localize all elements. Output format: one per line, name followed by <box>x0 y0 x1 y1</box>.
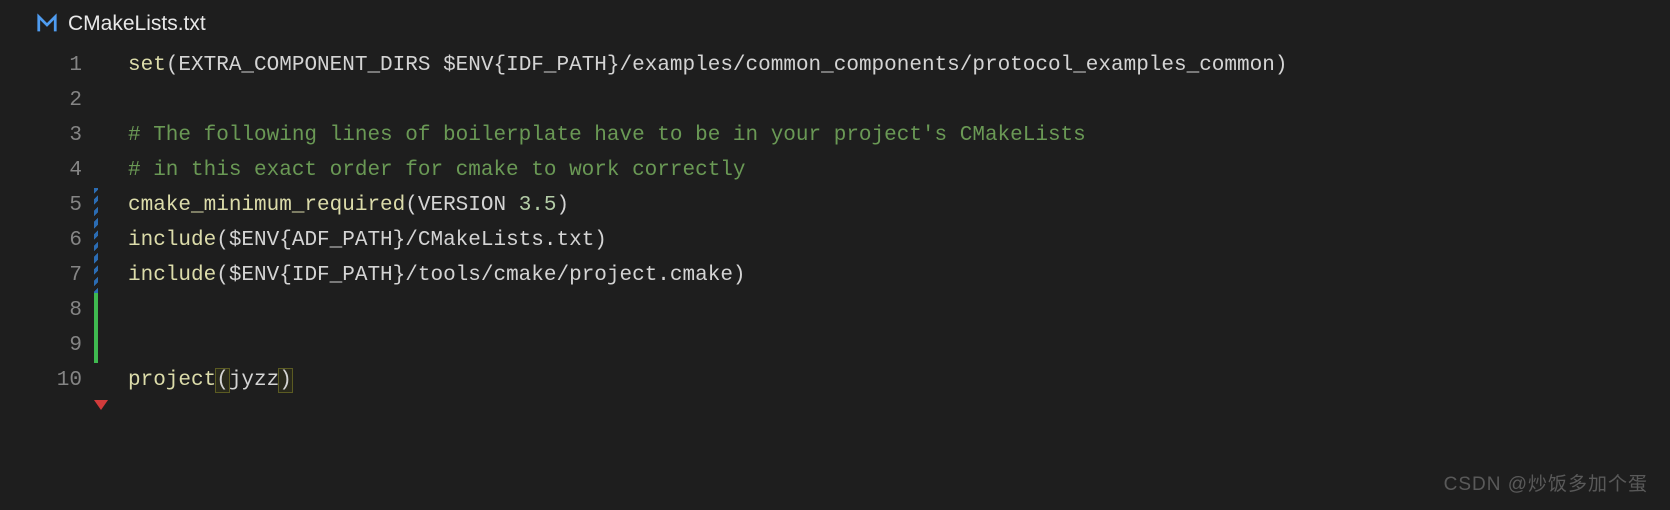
line-number: 6 <box>0 223 92 258</box>
tab-bar: CMakeLists.txt <box>0 0 1670 48</box>
code-line[interactable]: include($ENV{IDF_PATH}/tools/cmake/proje… <box>128 258 1670 293</box>
token: EXTRA_COMPONENT_DIRS <box>178 54 443 77</box>
code-line[interactable]: # The following lines of boilerplate hav… <box>128 118 1670 153</box>
line-number: 4 <box>0 153 92 188</box>
cmake-file-icon <box>36 13 58 35</box>
token: ( <box>216 229 229 252</box>
token: include <box>128 264 216 287</box>
token: # The following lines of boilerplate hav… <box>128 124 1086 147</box>
token: include <box>128 229 216 252</box>
token: ( <box>216 264 229 287</box>
token: jyzz <box>229 369 279 392</box>
token: /CMakeLists.txt <box>405 229 594 252</box>
token: set <box>128 54 166 77</box>
line-number: 8 <box>0 293 92 328</box>
token: ) <box>733 264 746 287</box>
code-line[interactable] <box>128 328 1670 363</box>
editor-area[interactable]: 12345678910 set(EXTRA_COMPONENT_DIRS $EN… <box>0 48 1670 510</box>
token: project <box>128 369 216 392</box>
code-line[interactable] <box>128 293 1670 328</box>
line-number: 1 <box>0 48 92 83</box>
token: /tools/cmake/project.cmake <box>405 264 733 287</box>
tab-filename[interactable]: CMakeLists.txt <box>68 12 206 36</box>
line-number: 3 <box>0 118 92 153</box>
glyph-margin <box>92 48 108 510</box>
code-line[interactable]: cmake_minimum_required(VERSION 3.5) <box>128 188 1670 223</box>
code-line[interactable]: # in this exact order for cmake to work … <box>128 153 1670 188</box>
editor-window: CMakeLists.txt 12345678910 set(EXTRA_COM… <box>0 0 1670 510</box>
code-line[interactable]: project(jyzz) <box>128 363 1670 398</box>
token: # in this exact order for cmake to work … <box>128 159 746 182</box>
line-number-gutter: 12345678910 <box>0 48 92 510</box>
token: ( <box>405 194 418 217</box>
error-icon <box>94 400 108 410</box>
token: ( <box>215 368 230 393</box>
code-line[interactable]: include($ENV{ADF_PATH}/CMakeLists.txt) <box>128 223 1670 258</box>
line-number: 2 <box>0 83 92 118</box>
token: cmake_minimum_required <box>128 194 405 217</box>
token: ) <box>1275 54 1288 77</box>
token: ) <box>594 229 607 252</box>
code-line[interactable]: set(EXTRA_COMPONENT_DIRS $ENV{IDF_PATH}/… <box>128 48 1670 83</box>
token: $ENV{IDF_PATH} <box>229 264 405 287</box>
token: $ENV{ADF_PATH} <box>229 229 405 252</box>
line-number: 10 <box>0 363 92 398</box>
token: $ENV{IDF_PATH} <box>443 54 619 77</box>
token: ) <box>278 368 293 393</box>
code-line[interactable] <box>128 83 1670 118</box>
token: /examples/common_components/protocol_exa… <box>620 54 1275 77</box>
token: VERSION <box>418 194 519 217</box>
code-area[interactable]: set(EXTRA_COMPONENT_DIRS $ENV{IDF_PATH}/… <box>108 48 1670 510</box>
token: ( <box>166 54 179 77</box>
line-number: 5 <box>0 188 92 223</box>
token: ) <box>557 194 570 217</box>
token: 3.5 <box>519 194 557 217</box>
line-number: 7 <box>0 258 92 293</box>
line-number: 9 <box>0 328 92 363</box>
